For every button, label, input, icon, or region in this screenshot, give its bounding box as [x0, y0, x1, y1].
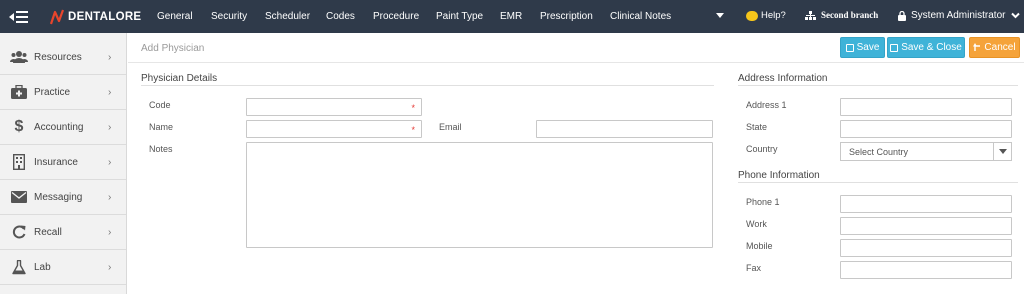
state-input[interactable]	[840, 120, 1012, 138]
address1-label: Address 1	[746, 100, 787, 110]
name-input[interactable]: *	[246, 120, 422, 138]
nav-general[interactable]: General	[157, 11, 193, 22]
cancel-button-label: Cancel	[984, 42, 1016, 53]
nav-prescription[interactable]: Prescription	[540, 11, 593, 22]
chevron-right-icon: ›	[108, 86, 112, 98]
sidebar: Resources › Practice › $ Accounting › In…	[0, 33, 127, 294]
save-icon	[845, 43, 854, 52]
phone-information-heading: Phone Information	[738, 170, 820, 181]
email-input[interactable]	[536, 120, 713, 138]
code-label: Code	[149, 100, 171, 110]
notes-textarea[interactable]	[246, 142, 713, 248]
sidebar-item-resources[interactable]: Resources ›	[0, 40, 126, 75]
code-input[interactable]: *	[246, 98, 422, 116]
chevron-right-icon: ›	[108, 226, 112, 238]
cancel-button[interactable]: Cancel	[969, 37, 1020, 58]
work-phone-input[interactable]	[840, 217, 1012, 235]
country-select-value: Select Country	[849, 146, 909, 157]
chevron-down-icon	[993, 143, 1011, 160]
sidebar-item-label: Lab	[34, 261, 51, 273]
sidebar-item-practice[interactable]: Practice ›	[0, 75, 126, 110]
save-icon	[890, 43, 899, 52]
save-close-button[interactable]: Save & Close	[887, 37, 965, 58]
section-divider	[738, 85, 1018, 86]
menu-toggle-icon[interactable]	[9, 10, 29, 24]
address1-input[interactable]	[840, 98, 1012, 116]
sidebar-item-label: Practice	[34, 86, 71, 98]
building-icon	[10, 153, 28, 171]
envelope-icon	[10, 188, 28, 206]
nav-emr[interactable]: EMR	[500, 11, 522, 22]
chevron-right-icon: ›	[108, 121, 112, 133]
state-label: State	[746, 122, 768, 132]
mobile-input[interactable]	[840, 239, 1012, 257]
top-navbar: DENTALORE General Security Scheduler Cod…	[0, 0, 1024, 33]
save-close-button-label: Save & Close	[901, 42, 962, 53]
dollar-icon: $	[14, 118, 24, 135]
lock-icon	[898, 10, 906, 21]
dentalore-logo-icon	[50, 9, 64, 25]
users-icon	[10, 48, 28, 66]
nav-scheduler[interactable]: Scheduler	[265, 11, 310, 22]
section-divider	[141, 85, 714, 86]
sidebar-item-accounting[interactable]: $ Accounting ›	[0, 110, 126, 145]
nav-procedure[interactable]: Procedure	[373, 11, 419, 22]
sidebar-item-messaging[interactable]: Messaging ›	[0, 180, 126, 215]
mobile-label: Mobile	[746, 241, 773, 251]
chevron-right-icon: ›	[108, 51, 112, 63]
phone1-input[interactable]	[840, 195, 1012, 213]
nav-security[interactable]: Security	[211, 11, 247, 22]
chevron-right-icon: ›	[108, 261, 112, 273]
save-button[interactable]: Save	[840, 37, 885, 58]
medkit-icon	[10, 83, 28, 101]
sidebar-item-label: Messaging	[34, 191, 83, 203]
save-button-label: Save	[856, 42, 880, 53]
help-label: Help?	[761, 10, 786, 21]
user-menu[interactable]: System Administrator	[898, 10, 1021, 21]
page-title: Add Physician	[141, 43, 205, 54]
required-marker: *	[411, 125, 415, 135]
sidebar-item-label: Accounting	[34, 121, 84, 133]
chevron-right-icon: ›	[108, 156, 112, 168]
nav-codes[interactable]: Codes	[326, 11, 355, 22]
country-label: Country	[746, 144, 778, 154]
sitemap-icon	[805, 10, 816, 20]
sidebar-item-recall[interactable]: Recall ›	[0, 215, 126, 250]
sidebar-item-lab[interactable]: Lab ›	[0, 250, 126, 285]
fax-label: Fax	[746, 263, 762, 273]
address-information-heading: Address Information	[738, 73, 828, 84]
sidebar-item-label: Insurance	[34, 156, 78, 168]
more-nav-chevron-down-icon[interactable]	[716, 13, 724, 18]
header-divider	[128, 62, 1024, 63]
phone1-label: Phone 1	[746, 197, 780, 207]
branch-label: Second branch	[821, 10, 879, 20]
undo-icon	[973, 43, 981, 51]
user-name: System Administrator	[911, 10, 1006, 21]
name-label: Name	[149, 122, 174, 132]
branch-selector[interactable]: Second branch	[805, 10, 878, 20]
sidebar-item-insurance[interactable]: Insurance ›	[0, 145, 126, 180]
sidebar-item-label: Resources	[34, 51, 82, 63]
physician-details-heading: Physician Details	[141, 73, 218, 84]
brand-logo[interactable]: DENTALORE	[50, 8, 141, 26]
chevron-down-icon	[1011, 12, 1021, 19]
email-label: Email	[439, 122, 462, 132]
help-link[interactable]: Help?	[746, 10, 786, 21]
flask-icon	[10, 258, 28, 276]
notes-label: Notes	[149, 144, 173, 154]
work-label: Work	[746, 219, 767, 229]
country-select[interactable]: Select Country	[840, 142, 1012, 161]
refresh-icon	[10, 223, 28, 241]
fax-input[interactable]	[840, 261, 1012, 279]
chevron-right-icon: ›	[108, 191, 112, 203]
brand-name: DENTALORE	[68, 11, 142, 23]
sidebar-item-label: Recall	[34, 226, 62, 238]
nav-clinical-notes[interactable]: Clinical Notes	[610, 11, 671, 22]
chat-bubble-icon	[746, 10, 758, 21]
required-marker: *	[411, 103, 415, 113]
nav-paint-type[interactable]: Paint Type	[436, 11, 483, 22]
section-divider	[738, 182, 1018, 183]
